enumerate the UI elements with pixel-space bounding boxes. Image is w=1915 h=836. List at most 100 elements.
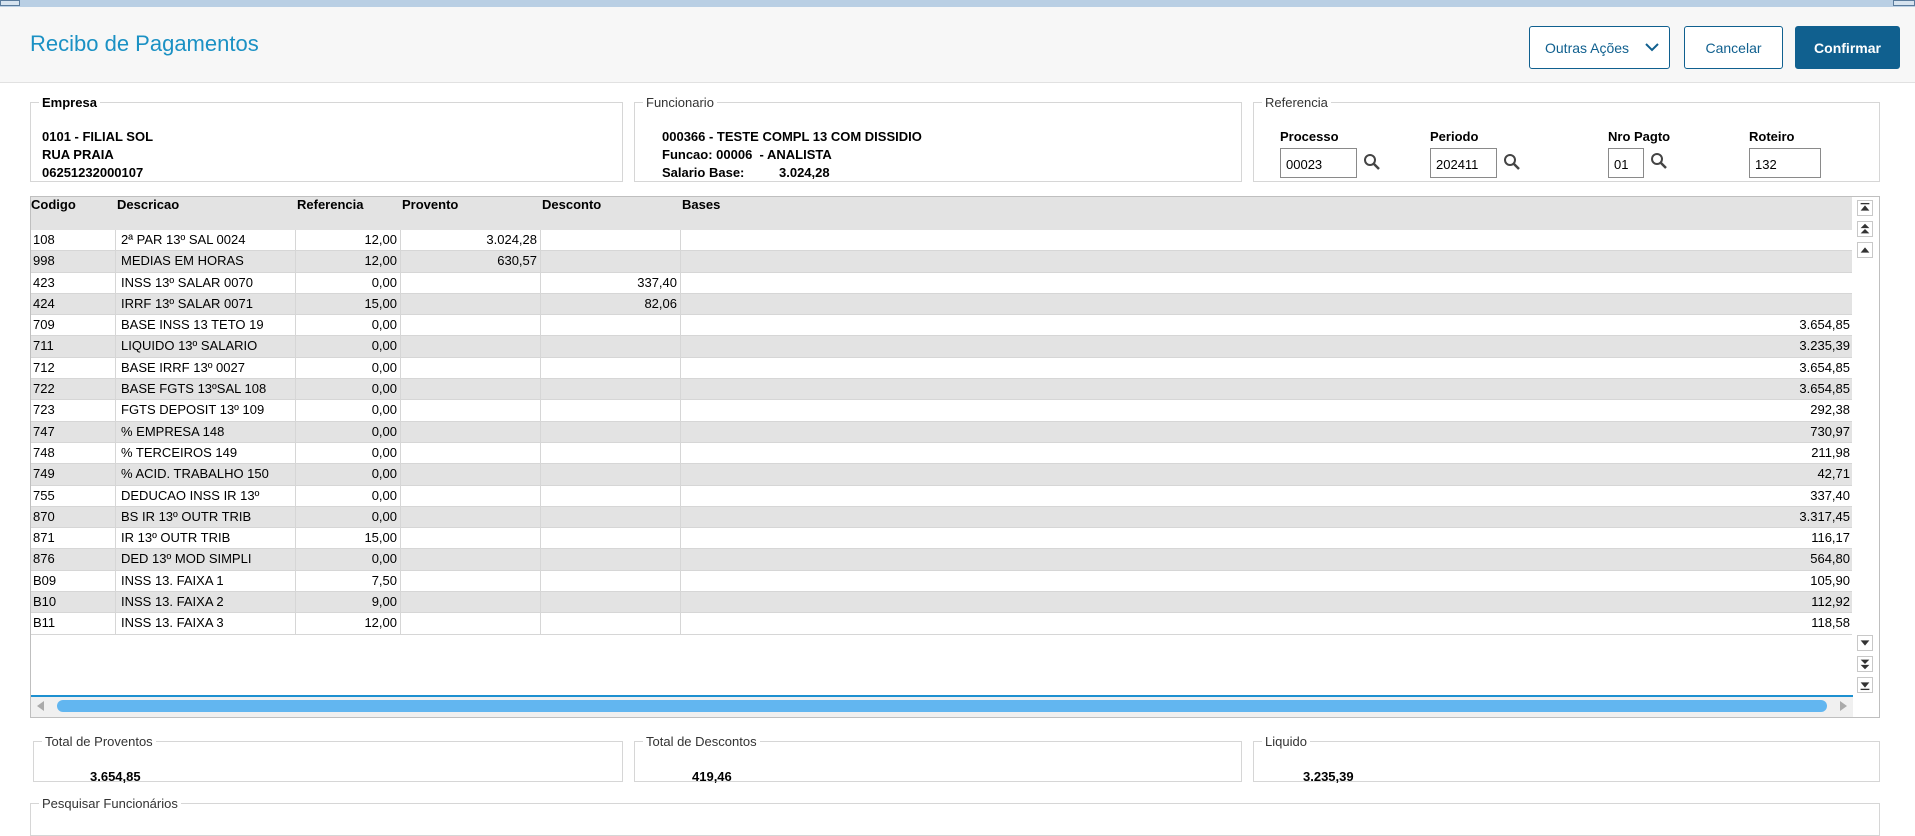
cell-codigo: B09 — [31, 570, 116, 592]
cell-descricao: LIQUIDO 13º SALARIO — [116, 336, 296, 357]
cancel-button[interactable]: Cancelar — [1684, 26, 1783, 69]
salario-base-value: 3.024,28 — [779, 165, 830, 180]
cell-bases: 3.317,45 — [1799, 508, 1850, 524]
cell-desconto — [541, 400, 681, 421]
total-descontos-group: Total de Descontos 419,46 — [634, 734, 1242, 784]
scroll-thumb[interactable] — [57, 700, 1827, 712]
scroll-top-icon[interactable] — [1857, 200, 1873, 216]
table-row[interactable]: 424 IRRF 13º SALAR 0071 15,00 82,06 — [31, 293, 1853, 316]
cell-bases — [681, 273, 1853, 293]
cell-codigo: 722 — [31, 379, 116, 400]
referencia-legend: Referencia — [1265, 95, 1328, 110]
cell-descricao: MEDIAS EM HORAS — [116, 251, 296, 272]
table-row[interactable]: 711 LIQUIDO 13º SALARIO 0,00 3.235,39 — [31, 336, 1853, 358]
cell-desconto — [541, 549, 681, 570]
cell-desconto: 337,40 — [541, 272, 681, 293]
table-row[interactable]: 108 2ª PAR 13º SAL 0024 12,00 3.024,28 — [31, 230, 1853, 252]
grid-header: Codigo Descricao Referencia Provento Des… — [31, 197, 1853, 230]
window-titlebar — [0, 0, 1915, 7]
table-row[interactable]: 876 DED 13º MOD SIMPLI 0,00 564,80 — [31, 549, 1853, 571]
grid-horizontal-scrollbar[interactable] — [31, 695, 1853, 717]
scroll-bottom-icon[interactable] — [1857, 677, 1873, 693]
scroll-right-icon[interactable] — [1840, 701, 1847, 711]
scroll-down-icon[interactable] — [1857, 635, 1873, 651]
scroll-left-icon[interactable] — [37, 701, 44, 711]
grid-vertical-scrollbar[interactable] — [1852, 197, 1879, 717]
col-codigo-header[interactable]: Codigo — [31, 197, 76, 212]
table-row[interactable]: 755 DEDUCAO INSS IR 13º 0,00 337,40 — [31, 485, 1853, 507]
cell-provento — [401, 272, 541, 293]
table-row[interactable]: 723 FGTS DEPOSIT 13º 109 0,00 292,38 — [31, 400, 1853, 422]
roteiro-input[interactable] — [1749, 148, 1821, 178]
processo-input[interactable] — [1280, 148, 1357, 178]
cell-bases: 564,80 — [1810, 551, 1850, 567]
table-row[interactable]: 998 MEDIAS EM HORAS 12,00 630,57 — [31, 251, 1853, 273]
table-row[interactable]: 747% EMPRESA 148 0,00 730,97 — [31, 421, 1853, 443]
cell-descricao: BASE INSS 13 TETO 19 — [116, 315, 296, 336]
table-row[interactable]: 709 BASE INSS 13 TETO 19 0,00 3.654,85 — [31, 315, 1853, 337]
cell-provento — [401, 592, 541, 613]
liquido-value: 3.235,39 — [1303, 769, 1354, 784]
cell-codigo: 711 — [31, 336, 116, 357]
grid-body: 108 2ª PAR 13º SAL 0024 12,00 3.024,28 998 ME… — [31, 230, 1853, 635]
cell-desconto — [541, 230, 681, 251]
cell-provento: 3.024,28 — [401, 230, 541, 251]
cell-codigo: 871 — [31, 528, 116, 549]
cell-desconto: 82,06 — [541, 293, 681, 315]
referencia-group: Referencia Processo Periodo Nro Pagto Ro… — [1253, 95, 1880, 182]
periodo-input[interactable] — [1430, 148, 1497, 178]
table-row[interactable]: B09 INSS 13. FAIXA 1 7,50 105,90 — [31, 570, 1853, 593]
window-menu-icon[interactable] — [0, 0, 20, 6]
periodo-label: Periodo — [1430, 129, 1479, 144]
col-bases-header[interactable]: Bases — [682, 197, 720, 212]
scroll-page-up-icon[interactable] — [1857, 221, 1873, 237]
cell-descricao: DED 13º MOD SIMPLI — [116, 549, 296, 570]
cell-desconto — [541, 421, 681, 442]
total-proventos-value: 3.654,85 — [90, 769, 141, 784]
col-desconto-header[interactable]: Desconto — [542, 197, 601, 212]
cell-provento — [401, 442, 541, 464]
table-row[interactable]: 712 BASE IRRF 13º 0027 0,00 3.654,85 — [31, 357, 1853, 380]
roteiro-label: Roteiro — [1749, 129, 1795, 144]
cell-referencia: 0,00 — [296, 485, 401, 506]
window-close-icon[interactable] — [1893, 0, 1915, 6]
periodo-search-icon[interactable] — [1503, 153, 1521, 171]
lancamentos-grid: Codigo Descricao Referencia Provento Des… — [30, 196, 1880, 718]
table-row[interactable]: 870 BS IR 13º OUTR TRIB 0,00 3.317,45 — [31, 506, 1853, 529]
cell-provento — [401, 506, 541, 528]
cell-provento — [401, 421, 541, 442]
page-title: Recibo de Pagamentos — [30, 31, 259, 56]
nro-pagto-search-icon[interactable] — [1650, 152, 1668, 170]
cell-bases: 337,40 — [1810, 487, 1850, 503]
total-descontos-label: Total de Descontos — [646, 734, 757, 749]
scroll-page-down-icon[interactable] — [1857, 656, 1873, 672]
cell-referencia: 0,00 — [296, 400, 401, 421]
table-row[interactable]: B11 INSS 13. FAIXA 3 12,00 118,58 — [31, 613, 1853, 635]
col-descricao-header[interactable]: Descricao — [117, 197, 179, 212]
outras-acoes-button[interactable]: Outras Ações — [1529, 26, 1670, 69]
processo-label: Processo — [1280, 129, 1339, 144]
empresa-line-2: RUA PRAIA — [42, 147, 114, 162]
table-row[interactable]: B10 INSS 13. FAIXA 2 9,00 112,92 — [31, 592, 1853, 614]
col-referencia-header[interactable]: Referencia — [297, 197, 363, 212]
liquido-group: Liquido 3.235,39 — [1253, 734, 1880, 784]
nro-pagto-input[interactable] — [1608, 148, 1644, 178]
table-row[interactable]: 423 INSS 13º SALAR 0070 0,00 337,40 — [31, 272, 1853, 294]
scroll-up-icon[interactable] — [1857, 242, 1873, 258]
processo-search-icon[interactable] — [1363, 153, 1381, 171]
cell-bases: 730,97 — [1810, 423, 1850, 439]
table-row[interactable]: 722 BASE FGTS 13ºSAL 108 0,00 3.654,85 — [31, 379, 1853, 401]
funcionario-legend: Funcionario — [646, 95, 714, 110]
cell-provento — [401, 400, 541, 421]
col-provento-header[interactable]: Provento — [402, 197, 458, 212]
table-row[interactable]: 871 IR 13º OUTR TRIB 15,00 116,17 — [31, 528, 1853, 550]
cell-codigo: 876 — [31, 549, 116, 570]
cell-codigo: B11 — [31, 613, 116, 634]
cell-referencia: 0,00 — [296, 549, 401, 570]
cell-referencia: 9,00 — [296, 592, 401, 613]
cell-bases: 3.654,85 — [1799, 317, 1850, 333]
table-row[interactable]: 749% ACID. TRABALHO 150 0,00 42,71 — [31, 464, 1853, 486]
table-row[interactable]: 748% TERCEIROS 149 0,00 211,98 — [31, 442, 1853, 465]
cell-bases: 3.235,39 — [1799, 338, 1850, 354]
confirm-button[interactable]: Confirmar — [1795, 26, 1900, 69]
